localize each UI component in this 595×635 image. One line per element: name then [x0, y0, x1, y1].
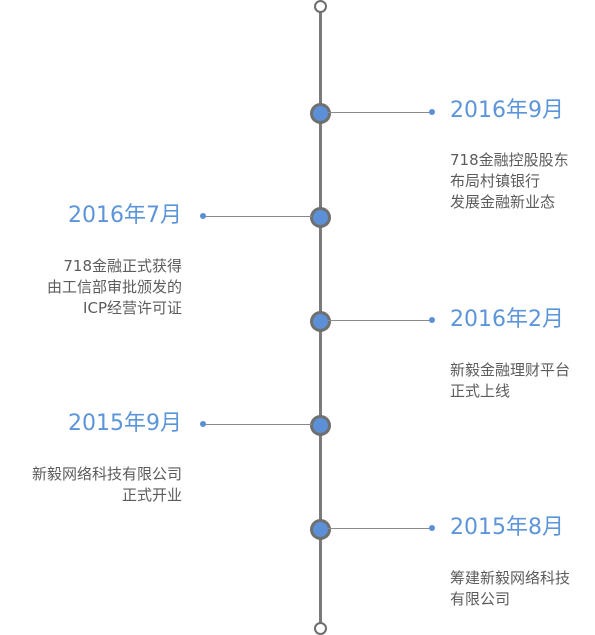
event-description-line: 正式开业 — [121, 486, 182, 504]
event-description-line: 新毅金融理财平台 — [450, 361, 571, 379]
timeline-connector-dot — [429, 109, 435, 115]
event-date: 2015年8月 — [450, 515, 564, 540]
timeline-connector — [328, 320, 432, 321]
timeline-connector-dot — [200, 213, 206, 219]
event-description: 新毅金融理财平台 正式上线 — [450, 360, 570, 402]
event-date: 2016年7月 — [68, 203, 182, 228]
event-description-line: 有限公司 — [450, 590, 511, 608]
event-description-line: 筹建新毅网络科技 — [450, 569, 571, 587]
timeline-connector — [328, 112, 432, 113]
timeline-connector — [204, 216, 312, 217]
timeline-node — [310, 415, 331, 436]
timeline-node — [310, 311, 331, 332]
event-description-line: 新毅网络科技有限公司 — [31, 465, 182, 483]
timeline-node — [310, 103, 331, 124]
event-description: 筹建新毅网络科技 有限公司 — [450, 568, 570, 610]
event-description-line: 718金融控股股东 — [450, 151, 569, 169]
timeline-connector — [204, 424, 312, 425]
event-date: 2016年9月 — [450, 98, 564, 123]
event-description: 新毅网络科技有限公司 正式开业 — [32, 464, 182, 506]
timeline-connector-dot — [429, 317, 435, 323]
timeline-connector — [328, 528, 432, 529]
timeline-end-marker — [314, 622, 327, 635]
event-description-line: 由工信部审批颁发的 — [46, 278, 182, 296]
event-description-line: 布局村镇银行 — [450, 172, 541, 190]
event-description: 718金融正式获得 由工信部审批颁发的 ICP经营许可证 — [47, 256, 182, 319]
timeline-node — [310, 207, 331, 228]
event-date: 2015年9月 — [68, 411, 182, 436]
event-description-line: ICP经营许可证 — [83, 299, 182, 317]
timeline-connector-dot — [200, 421, 206, 427]
timeline-connector-dot — [429, 525, 435, 531]
event-description: 718金融控股股东 布局村镇银行 发展金融新业态 — [450, 150, 569, 213]
event-description-line: 正式上线 — [450, 382, 511, 400]
timeline-start-marker — [314, 0, 327, 13]
timeline-node — [310, 519, 331, 540]
event-description-line: 718金融正式获得 — [63, 257, 182, 275]
event-description-line: 发展金融新业态 — [450, 193, 556, 211]
event-date: 2016年2月 — [450, 307, 564, 332]
